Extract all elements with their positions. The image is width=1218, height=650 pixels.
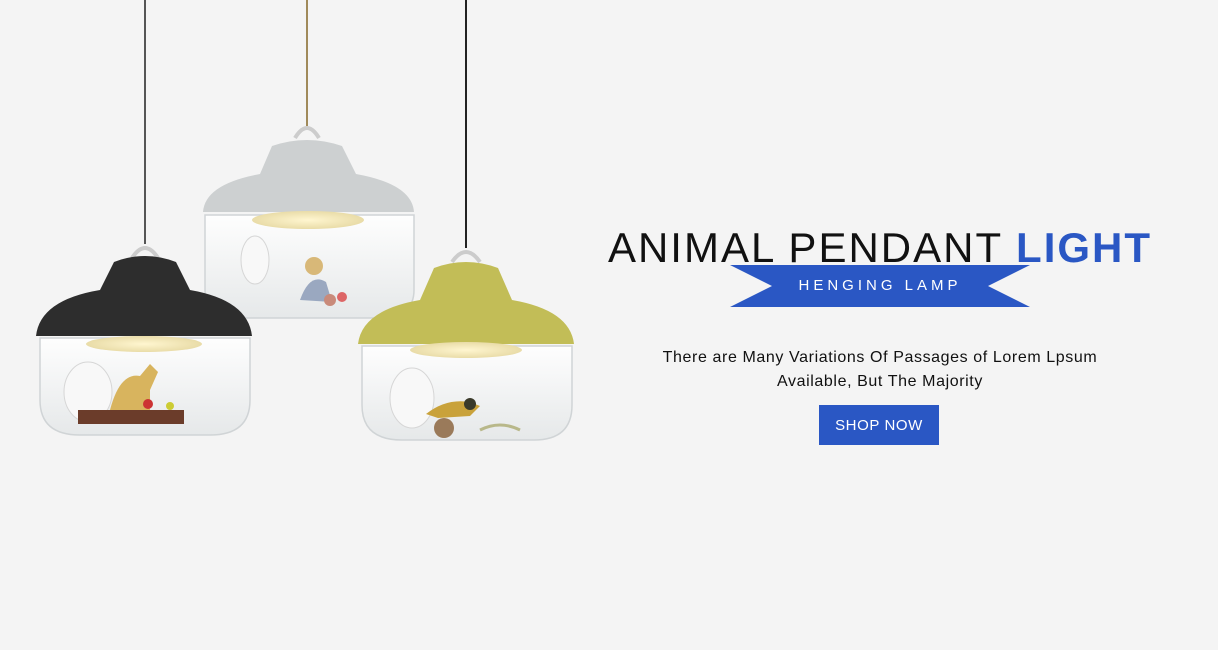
shop-now-button[interactable]: SHOP NOW [819,405,939,445]
grey-lamp [203,126,415,319]
hero-title-accent: LIGHT [1016,224,1153,272]
hero-banner: ANIMAL PENDANT LIGHT HENGING LAMP There … [0,0,1218,650]
pendant-lamps-image [36,0,574,441]
hero-subtitle: HENGING LAMP [798,277,962,294]
subtitle-ribbon: HENGING LAMP [730,265,1030,307]
hero-description: There are Many Variations Of Passages of… [662,349,1098,390]
hero-copy: ANIMAL PENDANT LIGHT HENGING LAMP There … [600,0,1160,650]
